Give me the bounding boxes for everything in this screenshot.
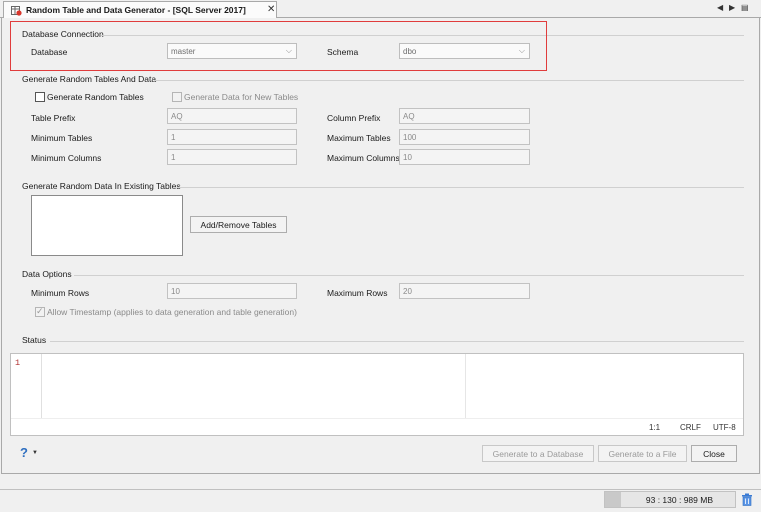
min-rows-label: Minimum Rows — [31, 288, 90, 298]
section-generate-tables: Generate Random Tables And Data — [22, 74, 157, 84]
max-rows-input[interactable]: 20 — [399, 283, 530, 299]
column-prefix-input[interactable]: AQ — [399, 108, 530, 124]
min-tables-label: Minimum Tables — [31, 133, 93, 143]
editor-divider — [465, 354, 466, 418]
tab-prev-icon[interactable]: ◀ — [717, 3, 723, 12]
line-ending: CRLF — [680, 423, 701, 432]
max-columns-label: Maximum Columns — [327, 153, 400, 163]
min-tables-input[interactable]: 1 — [167, 129, 297, 145]
memory-indicator[interactable]: 93 : 130 : 989 MB — [604, 491, 736, 508]
table-prefix-input[interactable]: AQ — [167, 108, 297, 124]
status-editor[interactable]: 1 1:1 CRLF UTF-8 — [10, 353, 744, 436]
add-remove-tables-button[interactable]: Add/Remove Tables — [190, 216, 287, 233]
generate-random-tables-checkbox[interactable] — [35, 92, 45, 102]
generate-random-tables-label: Generate Random Tables — [47, 92, 144, 102]
editor-status-bar — [11, 418, 743, 435]
section-existing-tables: Generate Random Data In Existing Tables — [22, 181, 181, 191]
min-columns-label: Minimum Columns — [31, 153, 102, 163]
section-divider — [154, 80, 744, 81]
tab-next-icon[interactable]: ▶ — [729, 3, 735, 12]
allow-timestamp-label: Allow Timestamp (applies to data generat… — [47, 307, 297, 317]
cursor-position: 1:1 — [649, 423, 661, 432]
table-prefix-label: Table Prefix — [31, 113, 76, 123]
panel-bottom-border — [1, 473, 760, 474]
min-columns-input[interactable]: 1 — [167, 149, 297, 165]
allow-timestamp-checkbox[interactable] — [35, 306, 45, 317]
generate-to-file-button[interactable]: Generate to a File — [598, 445, 687, 462]
section-divider — [177, 187, 744, 188]
encoding: UTF-8 — [713, 423, 736, 432]
chevron-down-icon[interactable]: ▼ — [32, 450, 38, 456]
table-generator-icon — [11, 6, 22, 16]
min-rows-input[interactable]: 10 — [167, 283, 297, 299]
generate-data-new-tables-label: Generate Data for New Tables — [184, 92, 299, 102]
generate-data-new-tables-checkbox[interactable] — [172, 92, 182, 102]
max-rows-label: Maximum Rows — [327, 288, 388, 298]
close-button[interactable]: Close — [691, 445, 737, 462]
tab-title: Random Table and Data Generator - [SQL S… — [26, 5, 246, 15]
max-tables-label: Maximum Tables — [327, 133, 391, 143]
max-columns-input[interactable]: 10 — [399, 149, 530, 165]
section-status: Status — [22, 335, 47, 345]
trash-icon[interactable] — [741, 493, 753, 506]
generate-to-database-button[interactable]: Generate to a Database — [482, 445, 594, 462]
section-divider — [50, 341, 744, 342]
max-tables-input[interactable]: 100 — [399, 129, 530, 145]
tab-close-icon[interactable]: ✕ — [267, 4, 275, 15]
section-divider — [74, 275, 744, 276]
highlight-box — [10, 21, 547, 71]
existing-tables-list[interactable] — [31, 195, 183, 256]
tab-random-table-generator[interactable]: Random Table and Data Generator - [SQL S… — [3, 1, 277, 18]
section-data-options: Data Options — [22, 269, 72, 279]
help-icon[interactable]: ? — [20, 445, 28, 460]
tab-menu-icon[interactable]: ▤ — [741, 3, 749, 12]
line-number: 1 — [15, 358, 21, 368]
memory-usage-bar — [605, 492, 621, 507]
column-prefix-label: Column Prefix — [327, 113, 381, 123]
